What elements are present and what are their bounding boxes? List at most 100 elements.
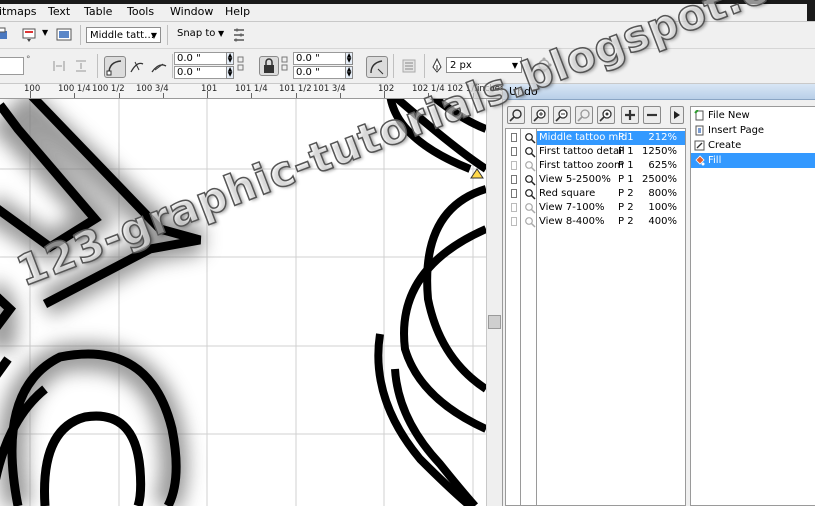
snap-dropdown-icon[interactable]: ▼ [218,29,224,38]
history-item[interactable]: Insert Page [691,123,815,138]
history-item[interactable]: Create [691,138,815,153]
ruler-label: 102 [378,84,395,94]
chevron-down-icon: ▼ [150,31,157,40]
splitter-handle[interactable] [488,315,501,329]
history-label: Create [708,140,742,151]
docker-flyout-icon[interactable] [670,106,684,124]
fill-bucket-icon [695,155,705,166]
x-bottom-spinner[interactable]: ▲ ▼ [226,66,234,79]
edit-node-icon[interactable] [236,54,248,72]
angle-field[interactable] [0,57,24,75]
menu-help[interactable]: Help [225,5,250,18]
docker-splitter[interactable] [486,99,503,506]
ruler-tick [207,91,208,98]
view-page: P 1 [618,132,634,143]
history-item[interactable]: Fill [691,153,815,168]
page-icon[interactable] [511,147,517,156]
snap-to-button[interactable]: Snap to [177,28,215,39]
page-icon[interactable] [511,161,517,170]
toolbar-separator [424,54,425,78]
view-list[interactable]: Middle tattoo mid P 1 212% First tattoo … [505,128,686,506]
zoom-selected-icon[interactable] [575,106,593,124]
view-page: P 2 [618,188,634,199]
symmetrical-node-icon[interactable] [150,58,168,76]
mirror-vertical-icon[interactable] [72,57,90,75]
view-list-item[interactable]: Red square P 2 800% [506,187,685,201]
cusp-node-icon[interactable] [104,56,126,78]
magnifier-icon[interactable] [524,216,536,228]
magnifier-icon[interactable] [524,174,536,186]
print-icon[interactable] [0,26,12,44]
create-icon [694,140,705,151]
history-label: Insert Page [708,125,765,136]
x-position-bottom-field[interactable]: 0.0 " [174,66,228,79]
lock-icon[interactable] [259,56,279,76]
view-list-item[interactable]: Middle tattoo mid P 1 212% [506,131,685,145]
ruler-tick [74,93,75,98]
smooth-node-icon[interactable] [128,58,146,76]
toolbar-separator [80,25,81,45]
options-icon[interactable] [230,26,248,44]
menu-window[interactable]: Window [170,5,213,18]
magnifier-icon[interactable] [524,202,536,214]
page-icon[interactable] [511,203,517,212]
view-zoom: 100% [648,202,677,213]
view-zoom: 625% [648,160,677,171]
application-launcher-icon[interactable] [20,26,38,44]
toolbar-separator [172,54,173,78]
view-manager-combo[interactable]: Middle tatt… ▼ [86,27,161,43]
undo-history-list[interactable]: File New Insert Page Create Fill [690,106,815,506]
ruler-label: 100 [24,84,41,94]
welcome-screen-icon[interactable] [55,26,73,44]
page-icon[interactable] [511,189,517,198]
scale-nodes-icon[interactable] [366,56,388,78]
toolbar-separator [167,25,168,45]
view-list-item[interactable]: View 5-2500% P 1 2500% [506,173,685,187]
page-icon[interactable] [511,175,517,184]
page-icon[interactable] [511,133,517,142]
zoom-all-icon[interactable] [597,106,615,124]
view-page: P 2 [618,216,634,227]
history-item[interactable]: File New [691,108,815,123]
zoom-in-icon[interactable] [531,106,549,124]
magnifier-icon[interactable] [524,188,536,200]
y-position-bottom-field[interactable]: 0.0 " [293,66,347,79]
property-bar: ° 0.0 " ▲ ▼ 0.0 " ▲ ▼ 0.0 " ▲ ▼ 0.0 " ▲ ▼ 2 … [0,49,815,84]
menu-tools[interactable]: Tools [127,5,154,18]
degree-symbol: ° [26,55,31,65]
menu-bitmaps[interactable]: itmaps [0,5,37,18]
menu-table[interactable]: Table [84,5,112,18]
x-top-spinner[interactable]: ▲ ▼ [226,52,234,65]
y-bottom-spinner[interactable]: ▲ ▼ [345,66,353,79]
node-size-icon[interactable] [280,54,292,72]
view-list-item[interactable]: First tattoo zoom P 1 625% [506,159,685,173]
y-top-spinner[interactable]: ▲ ▼ [345,52,353,65]
page-icon[interactable] [511,217,517,226]
view-list-item[interactable]: View 7-100% P 2 100% [506,201,685,215]
zoom-out-icon[interactable] [553,106,571,124]
view-zoom: 800% [648,188,677,199]
menu-text[interactable]: Text [48,5,70,18]
view-page: P 1 [618,174,634,185]
view-list-item[interactable]: View 8-400% P 2 400% [506,215,685,229]
view-list-item[interactable]: First tattoo detail P 1 1250% [506,145,685,159]
delete-view-icon[interactable] [643,106,661,124]
magnifier-icon[interactable] [524,132,536,144]
history-label: File New [708,110,750,121]
toolbar-separator [393,54,394,78]
launcher-dropdown-icon[interactable]: ▼ [42,28,48,37]
magnifier-icon[interactable] [524,146,536,158]
new-file-icon [694,110,704,121]
wrap-text-icon[interactable] [400,57,418,75]
magnifier-icon[interactable] [524,160,536,172]
mirror-horizontal-icon[interactable] [50,57,68,75]
ruler-tick [119,93,120,98]
x-position-top-field[interactable]: 0.0 " [174,52,228,65]
view-zoom: 400% [648,216,677,227]
history-label: Fill [708,155,722,166]
add-view-icon[interactable] [621,106,639,124]
undo-docker: Undo Middle tattoo mid P 1 212% First ta… [502,84,815,506]
y-position-top-field[interactable]: 0.0 " [293,52,347,65]
ruler-tick [384,91,385,98]
outline-pen-icon[interactable] [428,57,446,75]
